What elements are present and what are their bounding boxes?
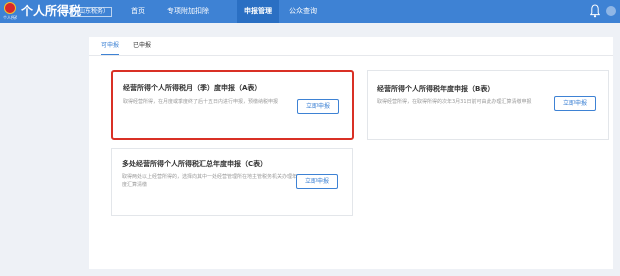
tab-declared[interactable]: 已申报 xyxy=(133,37,151,55)
tab-available[interactable]: 可申报 xyxy=(101,37,120,55)
top-navigation-bar: 个人所得税 个人所得税 （山东税务） 首页 专项附加扣除 申报管理 公众查询 xyxy=(0,0,620,23)
card-annual-b[interactable]: 经营所得个人所得税年度申报（B表） 取得经营所得，在取得所得的次年3月31日前可… xyxy=(367,70,609,140)
declare-now-button-a[interactable]: 立即申报 xyxy=(297,99,339,114)
declare-now-button-b[interactable]: 立即申报 xyxy=(554,96,596,111)
card-multiple-sources-c[interactable]: 多处经营所得个人所得税汇总年度申报（C表） 取得两处以上经营所得的，选择向其中一… xyxy=(111,148,353,216)
declaration-panel: 可申报 已申报 经营所得个人所得税月（季）度申报（A表） 取得经营所得，在月度或… xyxy=(89,37,613,269)
card-title: 多处经营所得个人所得税汇总年度申报（C表） xyxy=(122,160,268,168)
region-badge[interactable]: （山东税务） xyxy=(70,7,113,17)
emblem-seal xyxy=(4,2,16,14)
card-description: 取得经营所得，在月度或季度终了后十五日内进行申报，预缴纳税申报 xyxy=(123,99,279,105)
tax-emblem-icon: 个人所得税 xyxy=(3,2,17,20)
nav-item-declaration-management[interactable]: 申报管理 xyxy=(237,0,279,23)
declare-now-button-c[interactable]: 立即申报 xyxy=(296,174,338,189)
tabs-divider xyxy=(89,55,613,56)
nav-item-special-deductions[interactable]: 专项附加扣除 xyxy=(158,0,218,23)
card-title: 经营所得个人所得税月（季）度申报（A表） xyxy=(123,84,262,92)
nav-item-home[interactable]: 首页 xyxy=(128,0,148,23)
bell-icon[interactable] xyxy=(590,4,600,18)
card-title: 经营所得个人所得税年度申报（B表） xyxy=(377,85,495,93)
emblem-caption: 个人所得税 xyxy=(3,15,17,20)
card-monthly-quarterly-a[interactable]: 经营所得个人所得税月（季）度申报（A表） 取得经营所得，在月度或季度终了后十五日… xyxy=(111,70,354,140)
card-description: 取得经营所得，在取得所得的次年3月31日前可由此办理汇算清缴申报 xyxy=(377,99,532,105)
nav-item-public-query[interactable]: 公众查询 xyxy=(285,0,321,23)
card-description: 取得两处以上经营所得的，选择向其中一处经营管理所在地主管税务机关办理年度汇算清缴 xyxy=(122,174,298,188)
user-avatar[interactable] xyxy=(606,6,616,16)
